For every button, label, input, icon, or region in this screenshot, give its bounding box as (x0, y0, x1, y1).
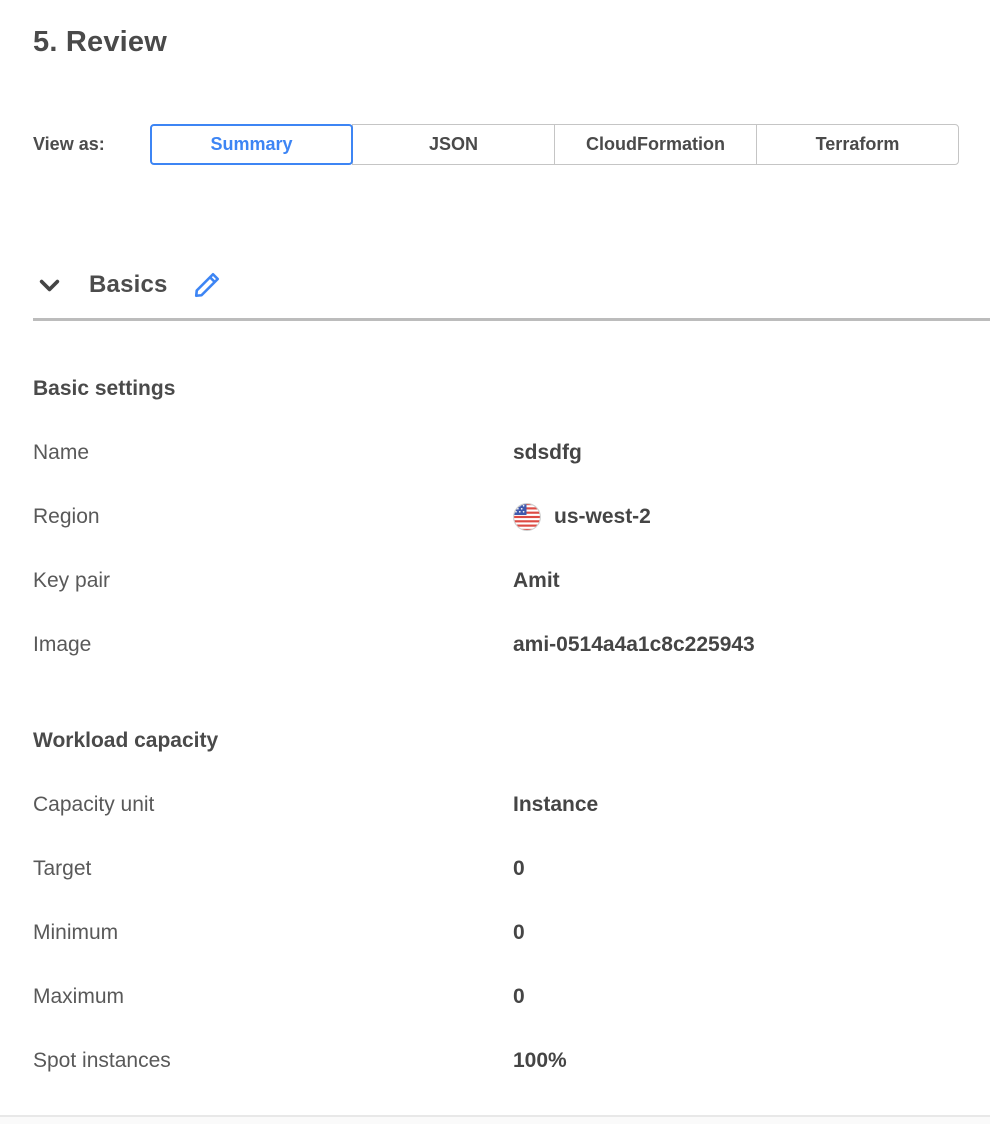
tab-terraform[interactable]: Terraform (756, 124, 959, 165)
pencil-icon[interactable] (192, 270, 222, 300)
basic-settings-rows: Name sdsdfg Region (33, 421, 990, 677)
row-value: Instance (513, 793, 598, 817)
group-heading-basic-settings: Basic settings (33, 377, 990, 401)
row-name: Name sdsdfg (33, 421, 990, 485)
row-label: Capacity unit (33, 793, 513, 817)
workload-capacity-rows: Capacity unit Instance Target 0 Minimum … (33, 773, 990, 1093)
row-value: Amit (513, 569, 560, 593)
row-region: Region (33, 485, 990, 549)
view-as-tab-group: Summary JSON CloudFormation Terraform (150, 124, 959, 165)
row-value: sdsdfg (513, 441, 582, 465)
view-as-label: View as: (33, 134, 150, 155)
next-section-edge (0, 1117, 990, 1124)
row-label: Maximum (33, 985, 513, 1009)
row-value: us-west-2 (513, 503, 651, 531)
row-label: Minimum (33, 921, 513, 945)
row-maximum: Maximum 0 (33, 965, 990, 1029)
row-spot-instances: Spot instances 100% (33, 1029, 990, 1093)
basic-settings-group: Basic settings Name sdsdfg Region (33, 377, 990, 677)
row-label: Target (33, 857, 513, 881)
page-title: 5. Review (33, 26, 990, 58)
row-value-text: us-west-2 (554, 505, 651, 529)
group-heading-workload-capacity: Workload capacity (33, 729, 990, 753)
tab-summary[interactable]: Summary (150, 124, 353, 165)
basics-section-title: Basics (89, 271, 168, 299)
us-flag-icon (513, 503, 541, 531)
row-label: Name (33, 441, 513, 465)
row-value: 0 (513, 857, 525, 881)
row-capacity-unit: Capacity unit Instance (33, 773, 990, 837)
row-value: ami-0514a4a1c8c225943 (513, 633, 755, 657)
row-label: Region (33, 505, 513, 529)
workload-capacity-group: Workload capacity Capacity unit Instance… (33, 729, 990, 1093)
row-label: Key pair (33, 569, 513, 593)
basics-section-header: Basics (33, 269, 990, 301)
review-page: 5. Review View as: Summary JSON CloudFor… (0, 26, 990, 1124)
row-minimum: Minimum 0 (33, 901, 990, 965)
row-value: 100% (513, 1049, 567, 1073)
chevron-down-icon[interactable] (35, 271, 63, 299)
section-divider (33, 318, 990, 321)
view-as-row: View as: Summary JSON CloudFormation Ter… (33, 124, 990, 165)
tab-json[interactable]: JSON (352, 124, 555, 165)
row-label: Spot instances (33, 1049, 513, 1073)
row-target: Target 0 (33, 837, 990, 901)
row-value: 0 (513, 985, 525, 1009)
row-label: Image (33, 633, 513, 657)
row-value: 0 (513, 921, 525, 945)
tab-cloudformation[interactable]: CloudFormation (554, 124, 757, 165)
row-key-pair: Key pair Amit (33, 549, 990, 613)
row-image: Image ami-0514a4a1c8c225943 (33, 613, 990, 677)
